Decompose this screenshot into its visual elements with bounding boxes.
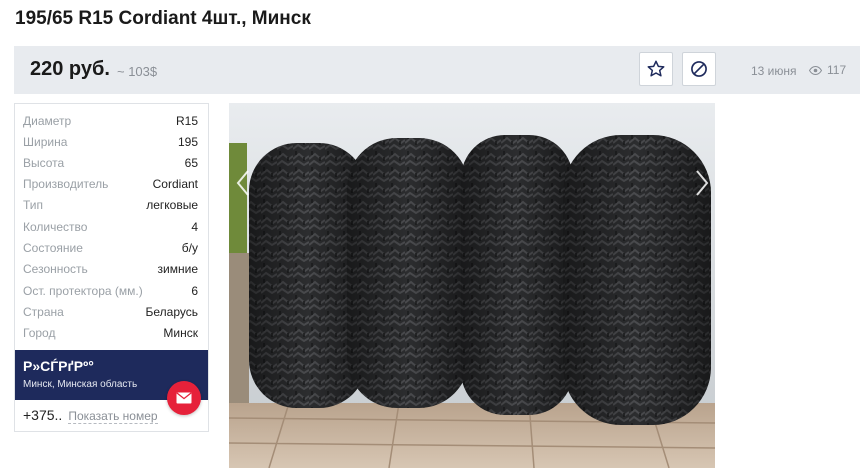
price-bar: 220 руб. ~ 103$ 13 июня 117 [14,46,860,94]
views-counter: 117 [809,63,846,77]
spec-row: Количество 4 [23,216,198,237]
spec-value: 4 [191,219,198,234]
spec-value: Cordiant [152,176,198,191]
seller-location: Минск, Минская область [23,379,138,390]
price: 220 руб. [30,58,110,80]
spec-key: Производитель [23,176,109,191]
publish-date: 13 июня [751,64,797,78]
seller-name[interactable]: Р»СЃРґРº° [23,358,94,374]
listing-title: 195/65 R15 Cordiant 4шт., Минск [15,8,311,29]
spec-row: Сезонность зимние [23,258,198,279]
price-usd: ~ 103$ [117,64,158,79]
photo-gallery[interactable] [229,103,715,468]
specs-card: Диаметр R15 Ширина 195 Высота 65 Произво… [14,103,209,432]
spec-key: Состояние [23,240,83,255]
photo-next-button[interactable] [690,168,712,198]
spec-row: Тип легковые [23,194,198,215]
spec-value: легковые [146,197,198,212]
block-icon [691,61,707,77]
chevron-right-icon [696,170,709,196]
chevron-left-icon [236,170,249,196]
spec-key: Ост. протектора (мм.) [23,283,143,298]
spec-value: R15 [175,113,198,128]
favorite-button[interactable] [639,52,673,86]
spec-row: Высота 65 [23,152,198,173]
spec-row: Ост. протектора (мм.) 6 [23,280,198,301]
envelope-icon [176,392,192,404]
spec-value: б/у [181,240,198,255]
spec-row: Страна Беларусь [23,301,198,322]
spec-value: зимние [157,261,198,276]
star-outline-icon [647,60,665,77]
spec-row: Производитель Cordiant [23,173,198,194]
eye-icon [809,65,822,75]
spec-row: Состояние б/у [23,237,198,258]
spec-value: 6 [191,283,198,298]
block-button[interactable] [682,52,716,86]
spec-value: 65 [184,155,198,170]
spec-key: Диаметр [23,113,72,128]
spec-key: Количество [23,219,88,234]
spec-value: Беларусь [145,304,198,319]
spec-key: Сезонность [23,261,88,276]
message-button[interactable] [167,381,201,415]
show-phone-link[interactable]: Показать номер [68,409,158,424]
photo-prev-button[interactable] [233,168,255,198]
spec-row: Диаметр R15 [23,110,198,131]
phone-area: +375.. Показать номер [23,407,158,424]
tires-photo [229,103,715,468]
spec-row: Ширина 195 [23,131,198,152]
phone-number: +375.. [23,407,63,423]
spec-row: Город Минск [23,322,198,343]
spec-key: Город [23,325,56,340]
spec-key: Тип [23,197,44,212]
spec-key: Высота [23,155,65,170]
spec-value: Минск [163,325,198,340]
views-count: 117 [827,63,847,77]
spec-value: 195 [177,134,198,149]
spec-key: Страна [23,304,64,319]
spec-key: Ширина [23,134,68,149]
